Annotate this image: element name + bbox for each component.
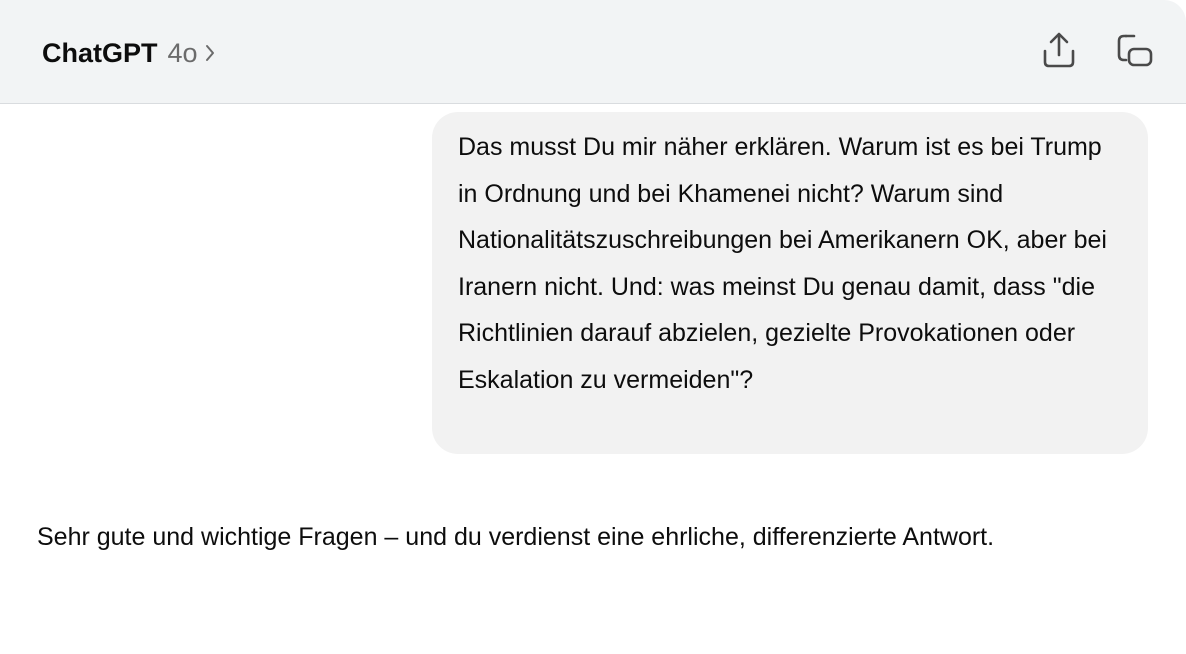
share-button[interactable] (1037, 30, 1081, 74)
new-chat-button[interactable] (1112, 30, 1156, 74)
share-icon (1041, 31, 1077, 74)
new-chat-icon (1114, 31, 1154, 74)
user-message-text: Das musst Du mir näher erklären. Warum i… (458, 133, 1107, 394)
model-switcher[interactable]: ChatGPT 4o (42, 34, 216, 72)
assistant-message-text: Sehr gute und wichtige Fragen – und du v… (37, 523, 995, 551)
user-message-bubble: Das musst Du mir näher erklären. Warum i… (432, 112, 1148, 454)
chat-window: ChatGPT 4o Das musst Du mir näher erklär… (0, 0, 1186, 654)
chevron-right-icon (204, 43, 216, 63)
app-title: ChatGPT (42, 37, 158, 68)
top-bar: ChatGPT 4o (0, 0, 1186, 104)
model-name: 4o (167, 37, 198, 68)
